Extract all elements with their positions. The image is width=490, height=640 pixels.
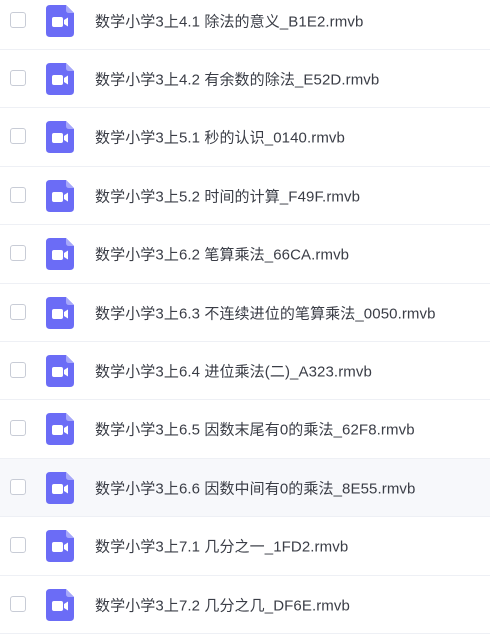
- row-checkbox[interactable]: [10, 537, 26, 554]
- file-name[interactable]: 数学小学3上6.3 不连续进位的笔算乘法_0050.rmvb: [95, 302, 436, 323]
- file-row[interactable]: 数学小学3上7.1 几分之一_1FD2.rmvb: [0, 517, 490, 576]
- video-file-icon: [46, 413, 74, 446]
- file-row[interactable]: 数学小学3上4.1 除法的意义_B1E2.rmvb: [0, 0, 490, 50]
- row-checkbox[interactable]: [10, 595, 26, 612]
- row-checkbox[interactable]: [10, 186, 26, 203]
- row-checkbox[interactable]: [10, 303, 26, 320]
- video-file-icon: [46, 296, 74, 329]
- file-row[interactable]: 数学小学3上6.4 进位乘法(二)_A323.rmvb: [0, 342, 490, 401]
- video-file-icon: [46, 588, 74, 621]
- row-checkbox[interactable]: [10, 69, 26, 86]
- video-file-icon: [46, 354, 74, 387]
- row-checkbox[interactable]: [10, 361, 26, 378]
- video-file-icon: [46, 62, 74, 95]
- row-checkbox[interactable]: [10, 245, 26, 262]
- file-row[interactable]: 数学小学3上5.2 时间的计算_F49F.rmvb: [0, 167, 490, 226]
- video-file-icon: [46, 238, 74, 271]
- file-name[interactable]: 数学小学3上5.1 秒的认识_0140.rmvb: [95, 127, 345, 148]
- row-checkbox[interactable]: [10, 478, 26, 495]
- video-file-icon: [46, 179, 74, 212]
- file-row[interactable]: 数学小学3上6.3 不连续进位的笔算乘法_0050.rmvb: [0, 284, 490, 342]
- row-checkbox[interactable]: [10, 11, 26, 28]
- file-name[interactable]: 数学小学3上5.2 时间的计算_F49F.rmvb: [95, 185, 360, 206]
- row-checkbox[interactable]: [10, 420, 26, 437]
- file-name[interactable]: 数学小学3上6.4 进位乘法(二)_A323.rmvb: [95, 360, 372, 381]
- file-row[interactable]: 数学小学3上7.2 几分之几_DF6E.rmvb: [0, 576, 490, 634]
- file-name[interactable]: 数学小学3上6.2 笔算乘法_66CA.rmvb: [95, 244, 349, 265]
- video-file-icon: [46, 530, 74, 563]
- file-row[interactable]: 数学小学3上6.5 因数末尾有0的乘法_62F8.rmvb: [0, 400, 490, 459]
- file-row[interactable]: 数学小学3上6.6 因数中间有0的乘法_8E55.rmvb: [0, 459, 490, 518]
- video-file-icon: [46, 471, 74, 504]
- file-row[interactable]: 数学小学3上5.1 秒的认识_0140.rmvb: [0, 108, 490, 167]
- file-row[interactable]: 数学小学3上4.2 有余数的除法_E52D.rmvb: [0, 50, 490, 109]
- row-checkbox[interactable]: [10, 128, 26, 145]
- video-file-icon: [46, 4, 74, 37]
- file-name[interactable]: 数学小学3上4.2 有余数的除法_E52D.rmvb: [95, 68, 379, 89]
- file-row[interactable]: 数学小学3上6.2 笔算乘法_66CA.rmvb: [0, 225, 490, 284]
- file-name[interactable]: 数学小学3上7.2 几分之几_DF6E.rmvb: [95, 594, 350, 615]
- file-list: 数学小学3上4.1 除法的意义_B1E2.rmvb 数学小学3上4.2 有余数的…: [0, 0, 490, 640]
- video-file-icon: [46, 121, 74, 154]
- file-name[interactable]: 数学小学3上7.1 几分之一_1FD2.rmvb: [95, 536, 348, 557]
- file-name[interactable]: 数学小学3上6.5 因数末尾有0的乘法_62F8.rmvb: [95, 419, 415, 440]
- file-name[interactable]: 数学小学3上6.6 因数中间有0的乘法_8E55.rmvb: [95, 477, 415, 498]
- file-name[interactable]: 数学小学3上4.1 除法的意义_B1E2.rmvb: [95, 10, 363, 31]
